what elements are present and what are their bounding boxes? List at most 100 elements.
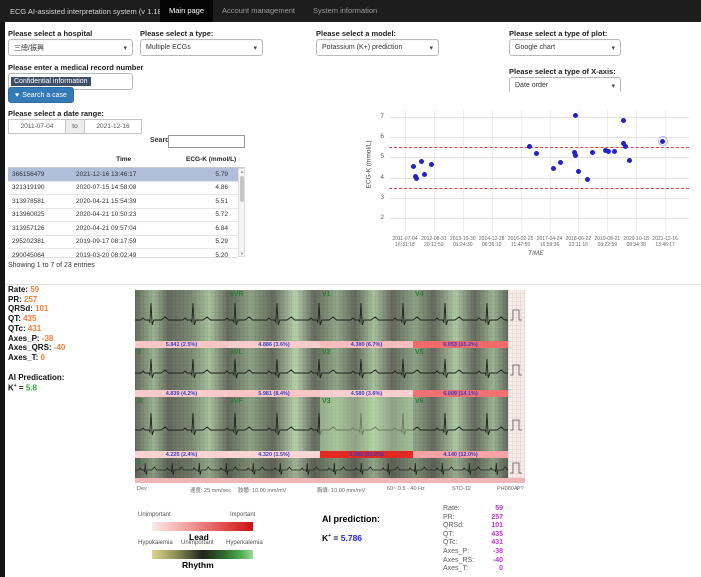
cell-time: 2019-03-20 08:02:49 xyxy=(70,249,182,258)
chart-gridline xyxy=(521,110,522,233)
data-point[interactable] xyxy=(623,144,628,149)
metric-label: Axes_RS: xyxy=(443,557,479,566)
metric-value: 257 xyxy=(479,514,503,523)
cell-ecgk: 5.51 xyxy=(182,195,238,208)
ecg-footer-item: 60~ 0.5 - 40 Hz xyxy=(387,486,425,492)
table-row[interactable]: 3213191902020-07-15 14:58:084.86 xyxy=(8,182,238,196)
nav-tabs: Main pageAccount managementSystem inform… xyxy=(160,0,386,22)
cell-record-id: 290045064 xyxy=(8,249,70,258)
table-row[interactable]: 2952023812019-09-17 08:17:595.29 xyxy=(8,236,238,250)
model-select[interactable]: Potassium (K+) prediction ▾ xyxy=(316,39,439,56)
table-header: Time ↕ ECG-K (mmol/L) ↕ xyxy=(8,152,245,168)
data-point[interactable] xyxy=(558,160,563,165)
type-select[interactable]: Multiple ECGs ▾ xyxy=(140,39,263,56)
date-to-separator: to xyxy=(66,119,84,134)
table-row[interactable]: 3139571262020-04-21 09:57:046.84 xyxy=(8,222,238,236)
date-range-label: Please select a date range: xyxy=(8,109,104,118)
column-header-id[interactable] xyxy=(8,152,70,167)
date-from-input[interactable]: 2011-07-04 xyxy=(8,119,66,134)
hospital-label: Please select a hospital xyxy=(8,29,92,38)
scroll-up-icon[interactable]: ▲ xyxy=(239,169,245,174)
cell-time: 2020-04-21 15:54:39 xyxy=(70,195,182,208)
navbar: ECG AI-assisted interpretation system (v… xyxy=(0,0,701,22)
calibration-pulses xyxy=(508,290,525,478)
sort-icon: ↕ xyxy=(238,157,241,163)
tab-account-management[interactable]: Account management xyxy=(213,0,304,22)
tab-system-information[interactable]: System information xyxy=(304,0,386,22)
table-scrollbar[interactable]: ▲ ▼ xyxy=(238,168,245,257)
chart-gridline xyxy=(550,110,551,233)
hospital-select[interactable]: 三總/振興 ▾ xyxy=(8,39,133,56)
search-case-button[interactable]: ♥ Search a case xyxy=(8,87,74,103)
ai-predication-label: AI Predication: xyxy=(8,373,65,383)
chart-gridline xyxy=(389,157,689,158)
ecg-calibration-strip xyxy=(508,290,525,478)
metric-line: QT:435 xyxy=(443,531,503,540)
data-point[interactable] xyxy=(590,150,595,155)
table-row[interactable]: 2900450642019-03-20 08:02:495.20 xyxy=(8,249,238,258)
app-title: ECG AI-assisted interpretation system (v… xyxy=(10,7,164,16)
lead-label: V3 xyxy=(322,398,331,405)
lead-label: aVL xyxy=(230,349,243,356)
rhythm-importance-colorbar xyxy=(152,550,253,559)
scrollbar-thumb[interactable] xyxy=(240,176,245,202)
table-row[interactable]: 3139600252020-04-21 10:50:235.72 xyxy=(8,209,238,223)
cell-time: 2020-04-21 10:50:23 xyxy=(70,209,182,222)
ecg-footer-item: PH080A xyxy=(497,486,518,492)
data-point[interactable] xyxy=(612,149,617,154)
table-summary: Showing 1 to 7 of 23 entries xyxy=(8,262,95,269)
lead-legend-right-label: Important xyxy=(230,512,255,518)
search-case-label: Search a case xyxy=(22,92,67,99)
lead-label: V5 xyxy=(415,349,424,356)
metric-line: Axes_T: 0 xyxy=(8,353,65,363)
data-point[interactable] xyxy=(411,164,416,169)
date-to-input[interactable]: 2021-12-16 xyxy=(84,119,142,134)
importance-cell: 4.886 (3.6%) xyxy=(228,341,320,348)
table-search-input[interactable] xyxy=(168,135,245,148)
cell-time: 2021-12-16 13:46:17 xyxy=(70,168,182,181)
data-point[interactable] xyxy=(585,177,590,182)
record-label: Please enter a medical record number xyxy=(8,63,143,72)
cell-ecgk: 5.79 xyxy=(182,168,238,181)
column-header-ecgk[interactable]: ECG-K (mmol/L) ↕ xyxy=(182,152,245,167)
caret-down-icon: ▾ xyxy=(611,44,615,52)
metric-line: Axes_QRS: -40 xyxy=(8,343,65,353)
lead-label: II xyxy=(137,349,141,356)
importance-cell: 4.140 (12.0%) xyxy=(413,451,508,458)
metric-line: Axes_P:-38 xyxy=(443,548,503,557)
data-point[interactable] xyxy=(627,158,632,163)
tab-main-page[interactable]: Main page xyxy=(160,0,213,22)
metric-line: QRSd: 101 xyxy=(8,304,65,314)
metric-label: QT: xyxy=(443,531,479,540)
chart-gridline xyxy=(636,110,637,233)
data-point[interactable] xyxy=(621,118,626,123)
data-point[interactable] xyxy=(551,166,556,171)
cell-record-id: 313978581 xyxy=(8,195,70,208)
sort-icon: ↕ xyxy=(133,157,136,163)
data-point[interactable] xyxy=(576,169,581,174)
metric-value: 435 xyxy=(479,531,503,540)
chart-gridline xyxy=(389,178,689,179)
data-point[interactable] xyxy=(414,176,419,181)
lead-label: I xyxy=(137,291,139,298)
data-point[interactable] xyxy=(606,149,611,154)
table-row[interactable]: 3661564792021-12-16 13:46:175.79 xyxy=(8,168,238,182)
rhythm-legend-right-label: Hyperkalemia xyxy=(226,540,263,546)
data-point[interactable] xyxy=(419,159,424,164)
metric-value: -38 xyxy=(479,548,503,557)
cell-ecgk: 4.86 xyxy=(182,182,238,195)
xaxis-value: Date order xyxy=(515,82,548,89)
plot-type-select[interactable]: Google chart ▾ xyxy=(509,39,621,56)
data-point[interactable] xyxy=(527,144,532,149)
data-point[interactable] xyxy=(534,151,539,156)
metric-value: 431 xyxy=(479,539,503,548)
column-header-time[interactable]: Time ↕ xyxy=(70,152,182,167)
metric-line: QT: 435 xyxy=(8,314,65,324)
metric-line: Axes_RS:-40 xyxy=(443,557,503,566)
ecgk-scatter-chart[interactable]: ECG-K (mmol/L) TIME 2011-07-0416:31:1820… xyxy=(358,92,698,267)
lead-importance-colorbar xyxy=(152,522,253,531)
table-row[interactable]: 3139785812020-04-21 15:54:395.51 xyxy=(8,195,238,209)
ecg-image[interactable]: Dev速度: 25 mm/sec肢體: 10.00 mm/mV胸導: 10.00… xyxy=(135,290,525,505)
chart-gridline xyxy=(434,110,435,233)
scroll-down-icon[interactable]: ▼ xyxy=(239,251,245,256)
